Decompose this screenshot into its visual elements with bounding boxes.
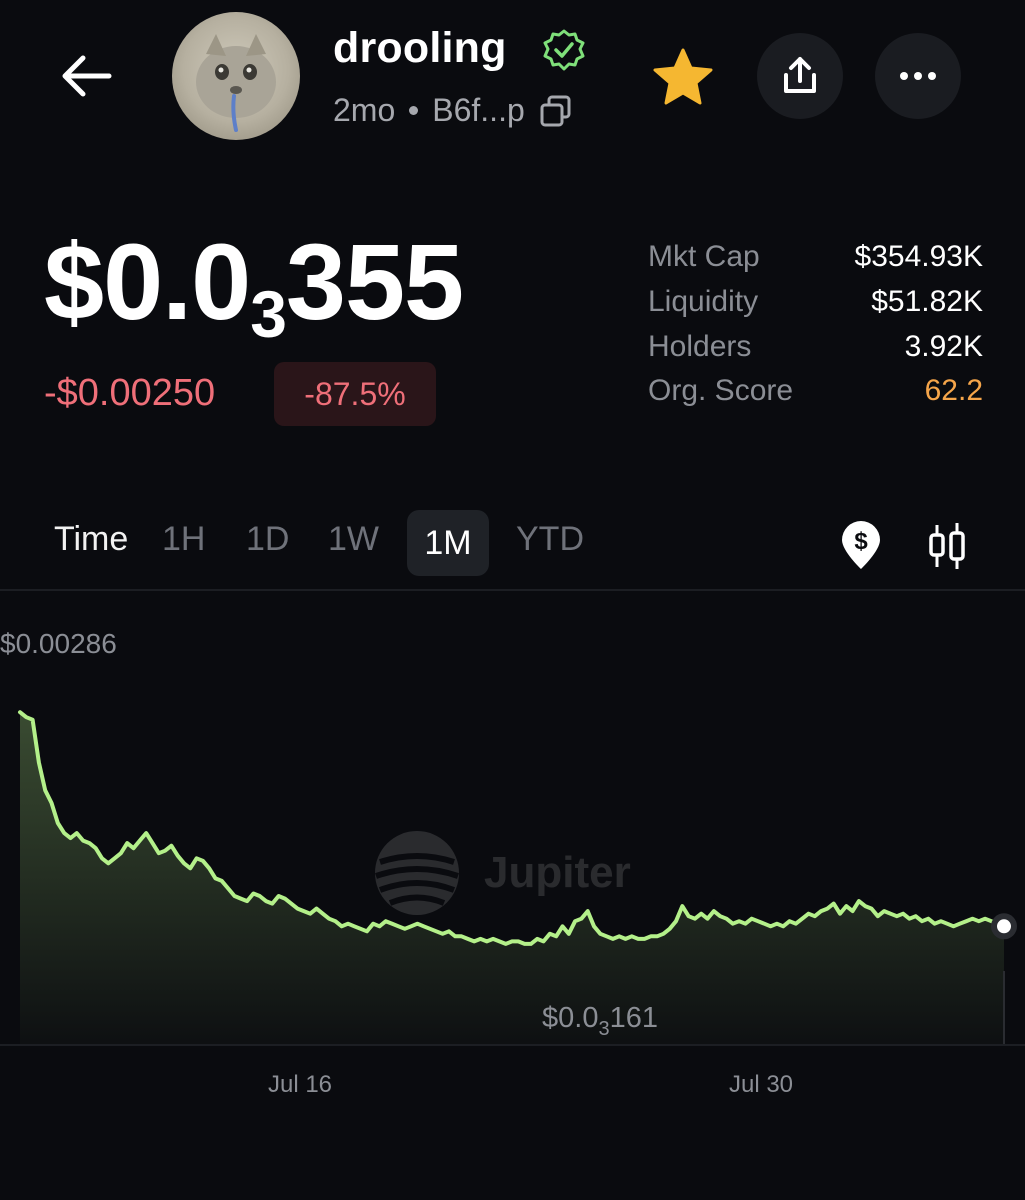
tab-1d[interactable]: 1D [246, 520, 289, 559]
candlestick-icon[interactable] [926, 521, 968, 571]
price-prefix: $0.0 [44, 221, 251, 342]
more-options-button[interactable] [875, 33, 961, 119]
stat-value-holders: 3.92K [904, 330, 983, 363]
share-button[interactable] [757, 33, 843, 119]
price-suffix: 355 [285, 221, 464, 342]
token-avatar-image [196, 34, 276, 132]
stat-label-liquidity: Liquidity [648, 285, 759, 318]
token-age: 2mo [333, 92, 396, 128]
share-icon [784, 57, 816, 93]
svg-text:$: $ [854, 528, 868, 555]
tab-1w[interactable]: 1W [328, 520, 379, 559]
chart-min-label-suffix: 161 [610, 1002, 658, 1034]
back-button[interactable] [56, 48, 116, 104]
stat-value-org-score: 62.2 [924, 374, 983, 407]
stat-label-org-score: Org. Score [648, 374, 794, 407]
tab-ytd[interactable]: YTD [516, 520, 584, 559]
chart-max-label: $0.00286 [0, 628, 117, 659]
stat-value-liquidity: $51.82K [871, 285, 983, 318]
separator-dot [409, 106, 419, 115]
token-name: drooling [333, 24, 507, 72]
stat-label-mkt-cap: Mkt Cap [648, 240, 760, 273]
x-tick-jul-16: Jul 16 [268, 1071, 332, 1098]
chart-area-fill [20, 712, 1004, 1045]
price-change-percent-badge: -87.5% [274, 362, 436, 426]
chart-min-label-sub: 3 [598, 1018, 609, 1040]
x-tick-jul-30: Jul 30 [729, 1071, 793, 1098]
chart-current-point [991, 913, 1017, 940]
price-zeros-subscript: 3 [250, 277, 287, 351]
current-price: $0.03355 [44, 228, 464, 348]
price-chart[interactable]: $0.00286 $0.03161 Jul 16 Jul 30 [0, 591, 1025, 1111]
stat-value-mkt-cap: $354.93K [854, 240, 983, 273]
tab-1h[interactable]: 1H [162, 520, 205, 559]
chart-min-label-prefix: $0.0 [542, 1002, 598, 1034]
tab-time-label: Time [54, 520, 129, 558]
price-change-absolute: -$0.00250 [44, 372, 216, 414]
token-address: B6f...p [432, 92, 525, 128]
arrow-left-icon [62, 55, 112, 97]
dollar-pin-icon[interactable]: $ [838, 521, 884, 571]
verified-badge-icon [543, 29, 585, 71]
ellipsis-icon [900, 72, 936, 80]
token-subline: 2mo B6f...p [333, 92, 573, 129]
tab-1m[interactable]: 1M [407, 510, 489, 576]
stat-label-holders: Holders [648, 330, 752, 363]
favorite-star-icon[interactable] [652, 48, 714, 106]
token-avatar [172, 12, 300, 140]
copy-icon[interactable] [539, 94, 573, 128]
